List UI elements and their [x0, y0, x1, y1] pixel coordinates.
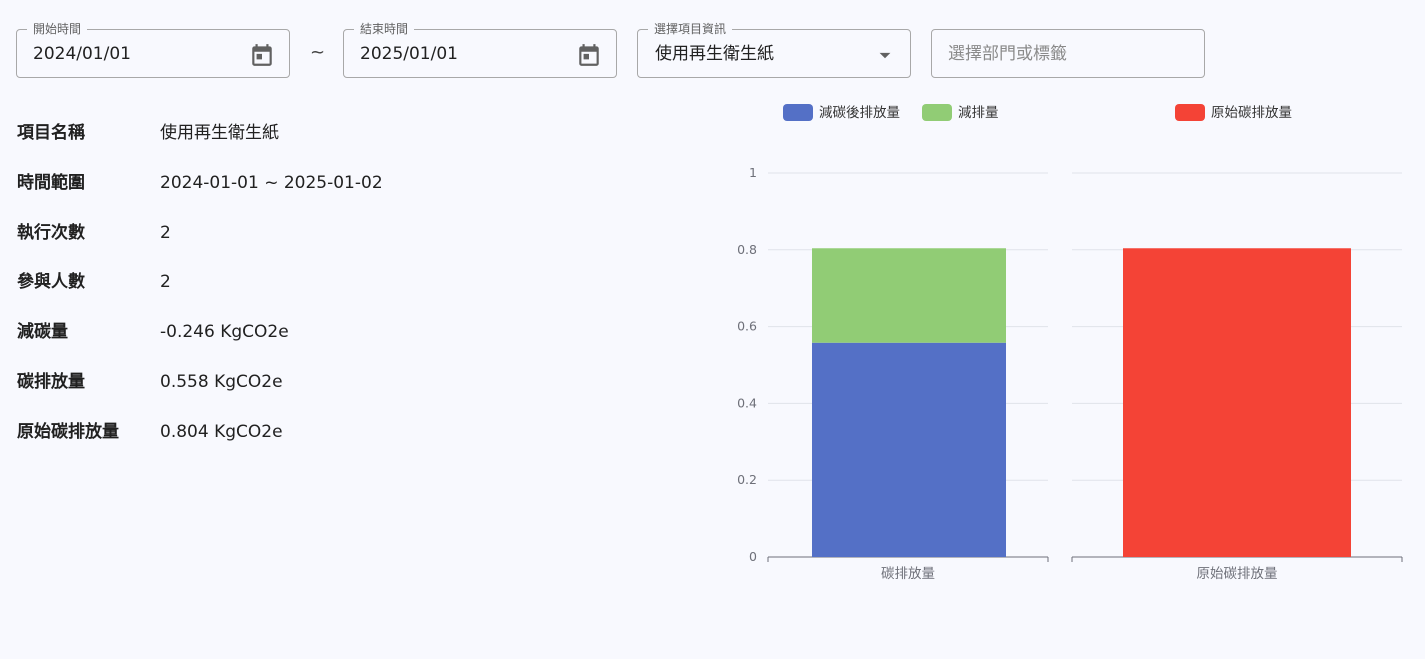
- item-select-value: 使用再生衛生紙: [655, 44, 774, 64]
- info-key: 碳排放量: [17, 372, 85, 392]
- start-date-field[interactable]: 開始時間 2024/01/01: [16, 21, 290, 78]
- info-value: 2: [160, 223, 171, 243]
- x-tick-label: 碳排放量: [881, 566, 935, 582]
- y-tick-label: 0.4: [737, 395, 757, 410]
- legend-label: 減碳後排放量: [819, 104, 900, 121]
- info-key: 項目名稱: [17, 123, 85, 143]
- chart-bars: [812, 248, 1351, 557]
- legend-swatch: [783, 104, 813, 121]
- info-value: 使用再生衛生紙: [160, 123, 279, 143]
- legend-swatch: [922, 104, 952, 121]
- legend-label: 原始碳排放量: [1211, 105, 1292, 121]
- end-date-field[interactable]: 結束時間 2025/01/01: [343, 21, 617, 78]
- emission-bar-chart: 00.20.40.60.81碳排放量 原始碳排放量 減碳後排放量 減排量 原始碳排放量: [737, 104, 1403, 582]
- dropdown-arrow-icon[interactable]: [872, 42, 898, 68]
- legend-item: 減排量: [922, 104, 999, 121]
- chart-legend: 減碳後排放量 減排量 原始碳排放量: [783, 104, 1292, 121]
- info-key: 減碳量: [17, 322, 68, 342]
- bar-top-0: [812, 248, 1006, 343]
- item-select[interactable]: 選擇項目資訊 使用再生衛生紙: [637, 21, 911, 78]
- legend-item: 減碳後排放量: [783, 104, 900, 121]
- info-value: -0.246 KgCO2e: [160, 322, 289, 342]
- end-date-value: 2025/01/01: [360, 44, 458, 64]
- start-date-label: 開始時間: [27, 21, 88, 37]
- info-key: 時間範圍: [17, 173, 85, 193]
- legend-label: 減排量: [958, 104, 999, 121]
- legend-item: 原始碳排放量: [1175, 104, 1292, 121]
- bar-base-0: [812, 342, 1006, 557]
- date-range-separator: ~: [310, 42, 326, 63]
- info-value: 0.558 KgCO2e: [160, 372, 283, 392]
- calendar-icon[interactable]: [249, 42, 275, 68]
- legend-swatch: [1175, 104, 1205, 121]
- end-date-label: 結束時間: [354, 21, 415, 37]
- bar-base-1: [1123, 248, 1351, 557]
- y-tick-label: 0.8: [737, 242, 757, 257]
- info-key: 原始碳排放量: [17, 422, 119, 442]
- item-select-label: 選擇項目資訊: [648, 21, 733, 37]
- info-value: 2: [160, 272, 171, 292]
- department-tag-input[interactable]: 選擇部門或標籤: [931, 29, 1205, 78]
- info-key: 參與人數: [17, 272, 85, 292]
- y-tick-label: 1: [749, 165, 757, 180]
- y-tick-label: 0.6: [737, 319, 757, 334]
- calendar-icon[interactable]: [576, 42, 602, 68]
- info-key: 執行次數: [17, 223, 85, 243]
- y-tick-label: 0: [749, 549, 757, 564]
- department-tag-placeholder: 選擇部門或標籤: [948, 44, 1067, 64]
- y-tick-label: 0.2: [737, 472, 757, 487]
- x-tick-label: 原始碳排放量: [1197, 566, 1278, 582]
- start-date-value: 2024/01/01: [33, 44, 131, 64]
- info-value: 0.804 KgCO2e: [160, 422, 283, 442]
- info-value: 2024-01-01 ~ 2025-01-02: [160, 173, 383, 193]
